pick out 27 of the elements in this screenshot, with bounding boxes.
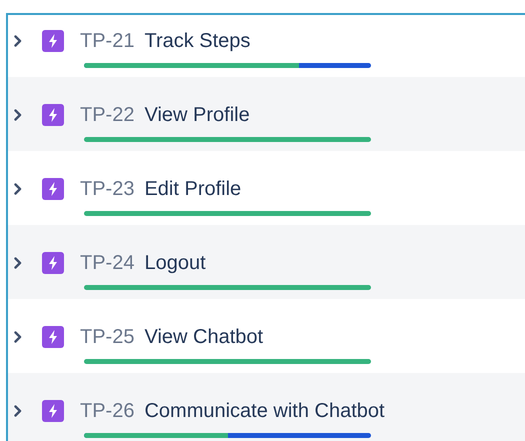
chevron-icon[interactable] [14,183,22,195]
issue-row[interactable]: TP-22 View Profile [8,77,525,151]
issue-key[interactable]: TP-22 [80,104,134,126]
issue-key[interactable]: TP-24 [80,252,134,274]
issue-title[interactable]: View Profile [144,104,250,126]
issue-row[interactable]: TP-26 Communicate with Chatbot [8,373,525,441]
lightning-icon [42,104,64,126]
lightning-icon [42,178,64,200]
lightning-icon [42,400,64,422]
issue-row[interactable]: TP-24 Logout [8,225,525,299]
chevron-icon[interactable] [14,35,22,47]
issue-title[interactable]: Track Steps [144,30,250,52]
issue-key[interactable]: TP-23 [80,178,134,200]
lightning-icon [42,326,64,348]
issue-title[interactable]: Edit Profile [144,178,242,200]
chevron-icon[interactable] [14,405,22,417]
chevron-icon[interactable] [14,257,22,269]
issue-title[interactable]: Logout [144,252,206,274]
issue-title[interactable]: View Chatbot [144,326,264,348]
issue-key[interactable]: TP-25 [80,326,134,348]
issue-title[interactable]: Communicate with Chatbot [144,400,385,422]
issue-key[interactable]: TP-21 [80,30,134,52]
lightning-icon [42,30,64,52]
lightning-icon [42,252,64,274]
chevron-icon[interactable] [14,109,22,121]
issue-key[interactable]: TP-26 [80,400,134,422]
chevron-icon[interactable] [14,331,22,343]
